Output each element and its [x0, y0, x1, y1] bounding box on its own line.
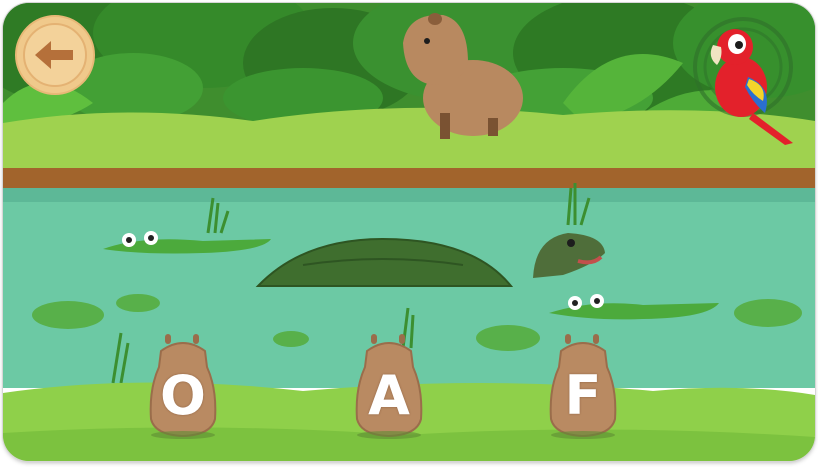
letter-choice-f[interactable]: F	[545, 329, 621, 439]
parrot-icon	[693, 17, 793, 145]
game-frame: O A F	[3, 3, 815, 461]
letter-choice-a[interactable]: A	[351, 329, 427, 439]
dirt-edge	[3, 168, 815, 190]
choice-letter: A	[368, 364, 410, 427]
letter-choice-o[interactable]: O	[145, 329, 221, 439]
parrot-helper[interactable]	[693, 17, 803, 147]
choice-letter: F	[564, 364, 602, 427]
arrow-left-icon	[15, 15, 95, 95]
choice-letter: O	[160, 364, 206, 427]
back-button[interactable]	[15, 15, 95, 95]
